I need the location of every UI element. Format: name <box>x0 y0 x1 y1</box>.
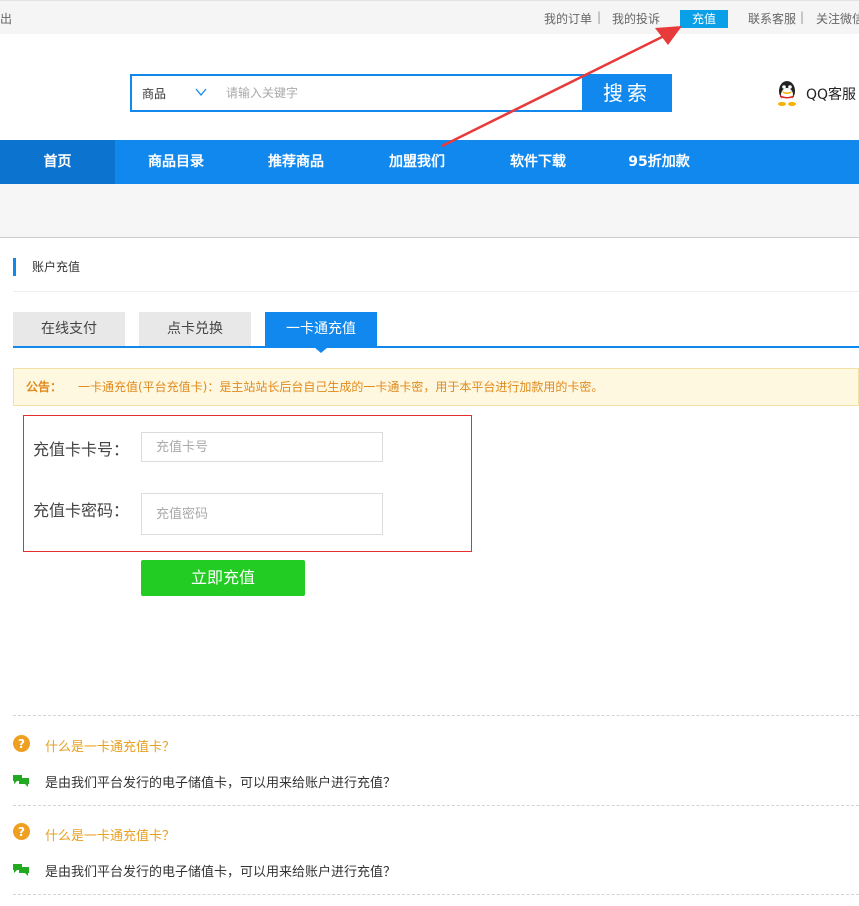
section-title: 账户充值 <box>13 258 80 276</box>
faq-question: 什么是一卡通充值卡？ <box>45 740 176 755</box>
tab-online-payment[interactable]: 在线支付 <box>13 312 125 347</box>
divider <box>13 291 859 292</box>
faq-divider <box>13 715 859 716</box>
my-orders-link[interactable]: 我的订单 <box>544 10 592 27</box>
tab-card-exchange[interactable]: 点卡兑换 <box>139 312 251 347</box>
card-password-label: 充值卡密码： <box>33 501 130 520</box>
my-complaints-link[interactable]: 我的投诉 <box>612 10 660 27</box>
card-number-label: 充值卡卡号： <box>33 440 130 459</box>
question-icon: ? <box>13 823 30 840</box>
svg-text:?: ? <box>18 737 25 751</box>
qq-service-link[interactable]: QQ客服 <box>806 84 856 104</box>
chevron-down-icon[interactable] <box>194 85 208 99</box>
search-input[interactable] <box>224 82 574 104</box>
chat-bubbles-icon <box>13 775 29 787</box>
chat-bubbles-icon <box>13 864 29 876</box>
faq-divider <box>13 805 859 806</box>
notice-bar: 公告： 一卡通充值(平台充值卡)：是主站站长后台自己生成的一卡通卡密，用于本平台… <box>13 368 859 406</box>
nav-item-catalog[interactable]: 商品目录 <box>121 140 231 184</box>
qq-penguin-icon[interactable] <box>776 80 798 106</box>
tab-underline <box>13 346 859 348</box>
search-button[interactable]: 搜索 <box>582 74 672 112</box>
top-bar: 出 我的订单 | 我的投诉 联系客服 | 关注微信 充值 <box>0 0 859 34</box>
question-icon: ? <box>13 735 30 752</box>
notice-label: 公告： <box>26 380 63 394</box>
main-nav: 首页 商品目录 推荐商品 加盟我们 软件下载 95折加款 <box>0 140 859 184</box>
faq-question: 什么是一卡通充值卡？ <box>45 829 176 844</box>
contact-service-link[interactable]: 联系客服 <box>748 10 796 27</box>
banner-area <box>0 184 859 238</box>
card-password-input[interactable] <box>141 493 383 535</box>
nav-item-join-us[interactable]: 加盟我们 <box>362 140 472 184</box>
nav-item-software-download[interactable]: 软件下载 <box>483 140 593 184</box>
svg-text:?: ? <box>18 825 25 839</box>
card-number-input[interactable] <box>141 432 383 462</box>
tab-one-card-recharge[interactable]: 一卡通充值 <box>265 312 377 347</box>
active-tab-caret <box>314 347 328 353</box>
recharge-submit-button[interactable]: 立即充值 <box>141 560 305 596</box>
nav-item-discount-topup[interactable]: 95折加款 <box>604 140 714 184</box>
nav-item-home[interactable]: 首页 <box>0 140 115 184</box>
notice-text: 一卡通充值(平台充值卡)：是主站站长后台自己生成的一卡通卡密，用于本平台进行加款… <box>78 380 604 394</box>
nav-item-recommended[interactable]: 推荐商品 <box>241 140 351 184</box>
follow-wechat-link[interactable]: 关注微信 <box>816 10 859 27</box>
recharge-button[interactable]: 充值 <box>680 10 728 28</box>
logout-link[interactable]: 出 <box>0 10 12 27</box>
top-separator: | <box>597 10 602 24</box>
faq-answer: 是由我们平台发行的电子储值卡，可以用来给账户进行充值？ <box>45 865 397 880</box>
faq-divider <box>13 894 859 895</box>
top-separator: | <box>800 10 805 24</box>
search-category-select[interactable]: 商品 <box>142 85 166 102</box>
faq-answer: 是由我们平台发行的电子储值卡，可以用来给账户进行充值？ <box>45 776 397 791</box>
